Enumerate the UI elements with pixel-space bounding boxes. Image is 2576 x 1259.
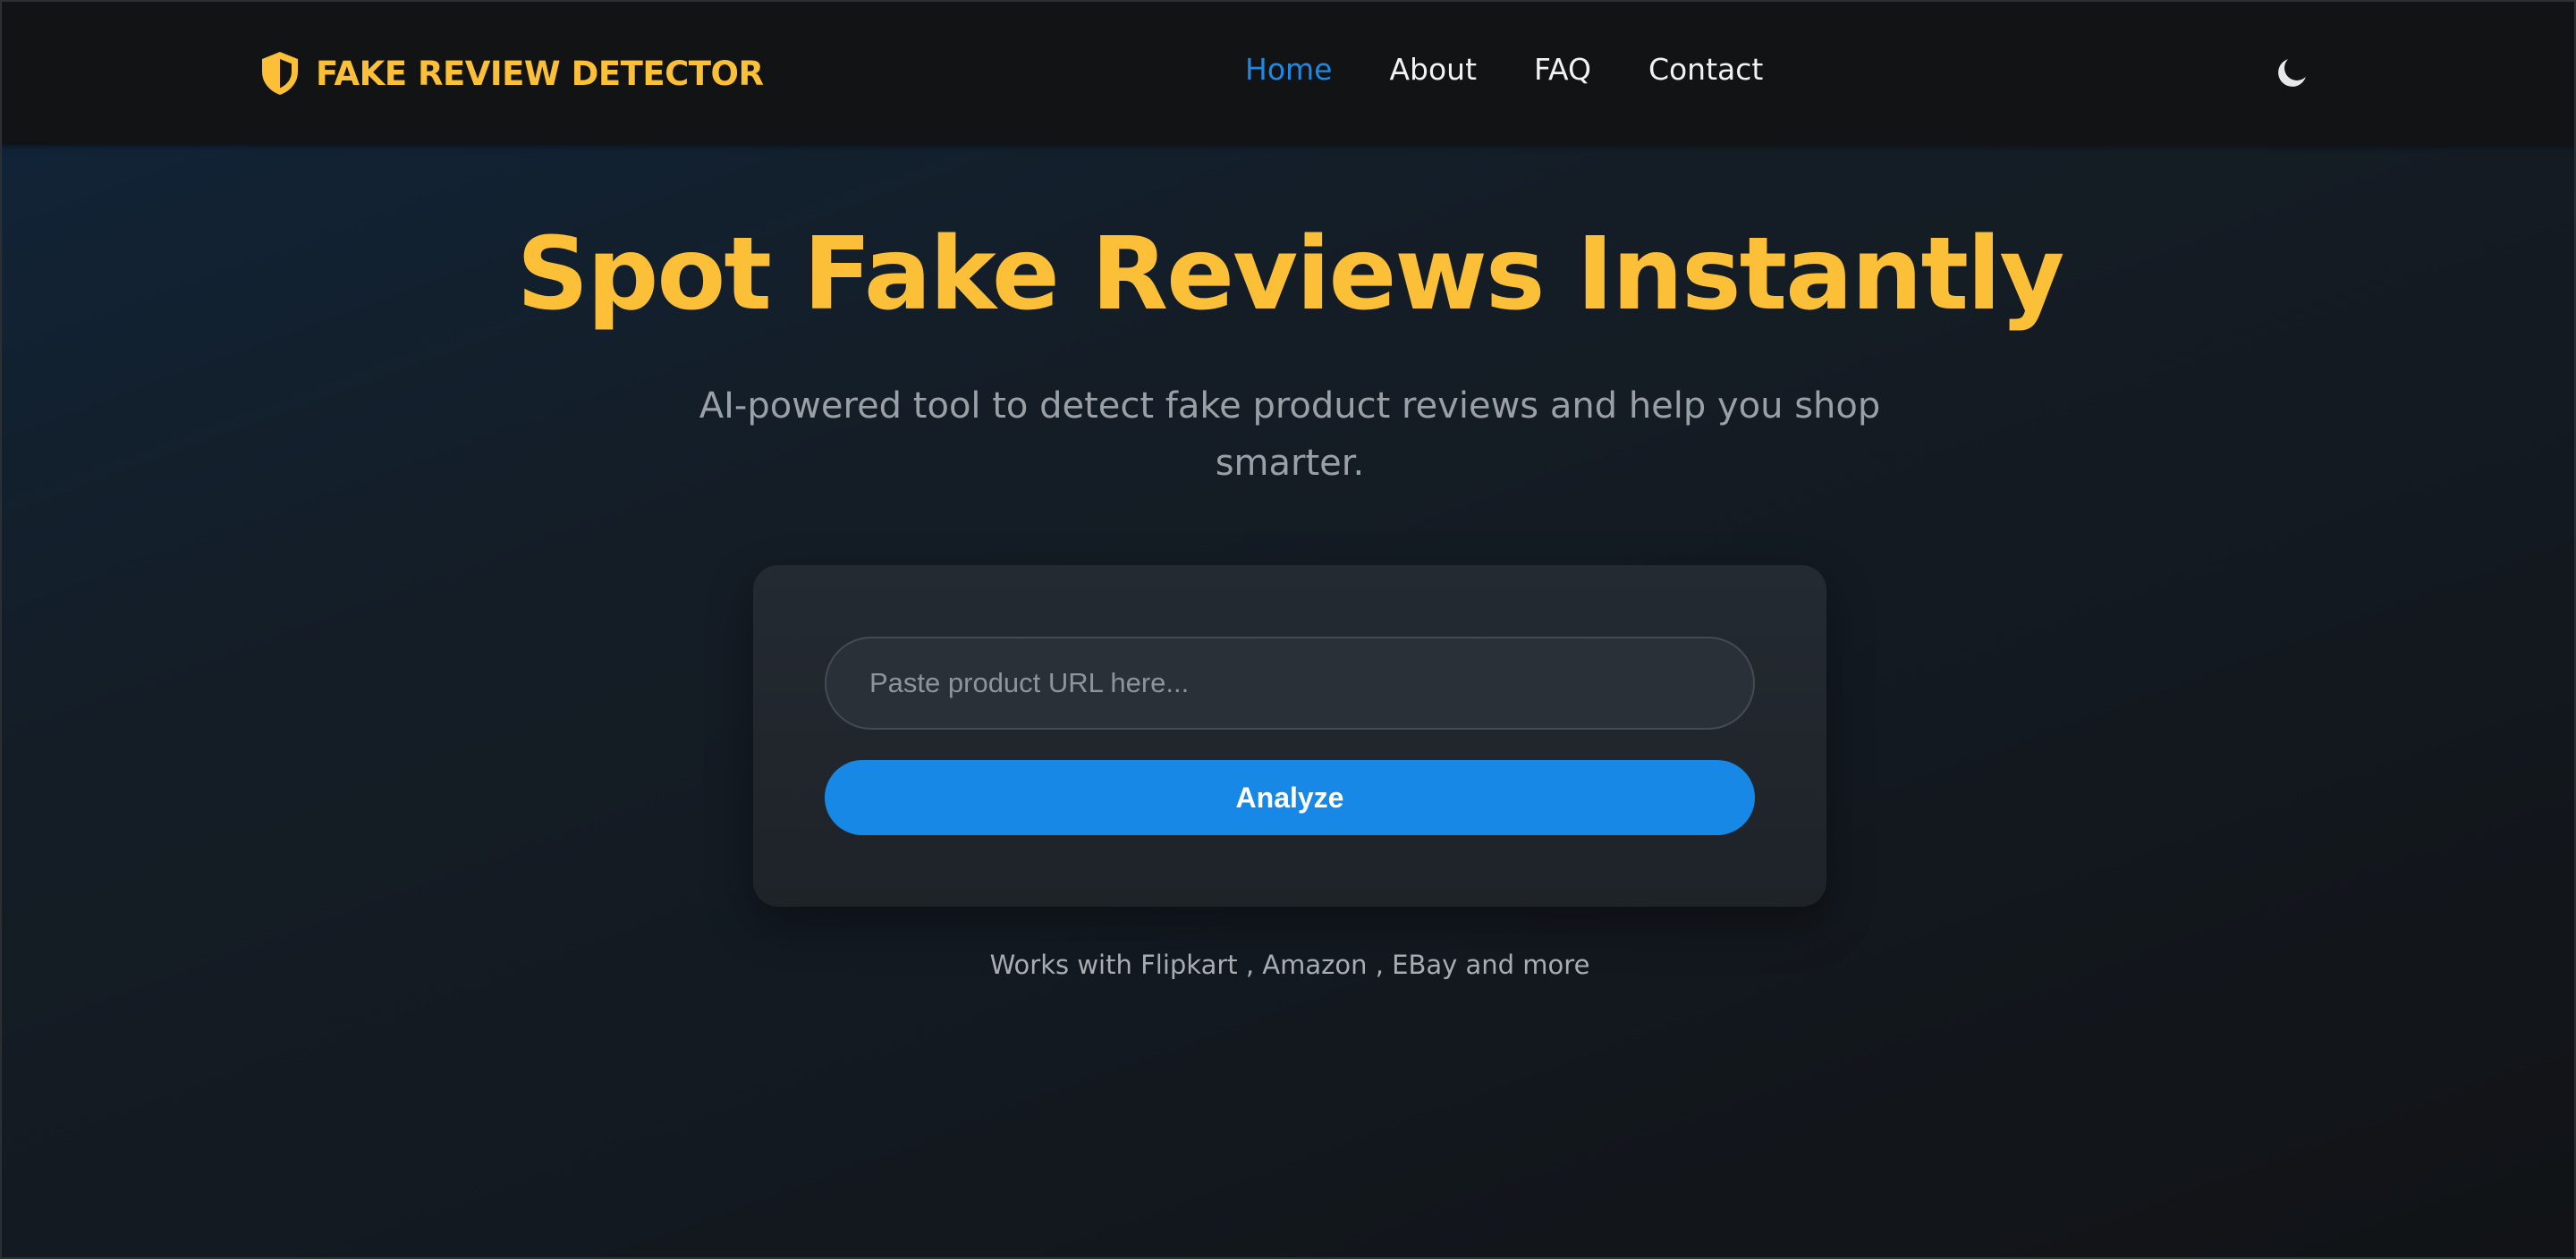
analyzer-card: Analyze: [753, 565, 1826, 907]
analyze-button[interactable]: Analyze: [825, 760, 1755, 835]
product-url-input[interactable]: [825, 637, 1755, 730]
nav-item-about[interactable]: About: [1389, 52, 1477, 87]
hero-title: Spot Fake Reviews Instantly: [516, 216, 2065, 333]
nav-item-faq[interactable]: FAQ: [1534, 52, 1591, 87]
main-nav: Home About FAQ Contact: [1245, 52, 1763, 87]
nav-item-contact[interactable]: Contact: [1648, 52, 1763, 87]
shield-half-icon: [262, 52, 298, 95]
brand-logo[interactable]: FAKE REVIEW DETECTOR: [258, 48, 764, 98]
moon-icon: [2278, 59, 2306, 87]
nav-item-home[interactable]: Home: [1245, 52, 1332, 87]
brand-name: FAKE REVIEW DETECTOR: [316, 54, 764, 93]
theme-toggle-button[interactable]: [2274, 54, 2311, 91]
navbar: FAKE REVIEW DETECTOR Home About FAQ Cont…: [2, 2, 2574, 145]
hero-subtitle: AI-powered tool to detect fake product r…: [699, 385, 1881, 484]
supported-sites-note: Works with Flipkart , Amazon , EBay and …: [989, 950, 1590, 980]
page-frame: FAKE REVIEW DETECTOR Home About FAQ Cont…: [0, 0, 2576, 1259]
